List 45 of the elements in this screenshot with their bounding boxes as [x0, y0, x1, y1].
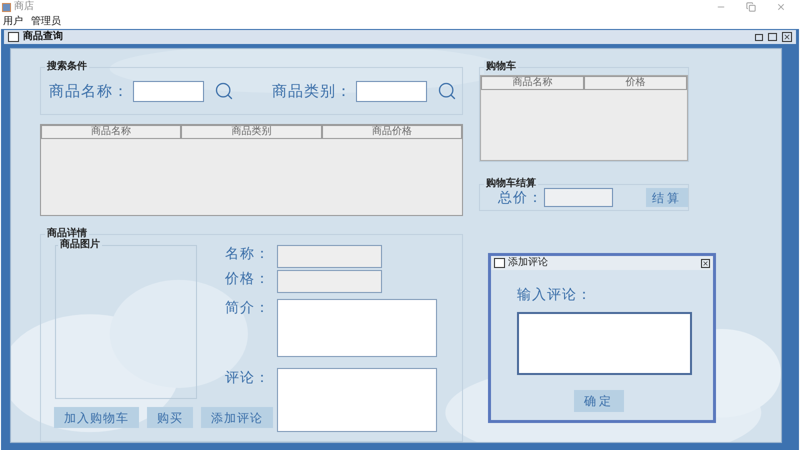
minimize-icon[interactable]	[755, 34, 763, 40]
frame-title: 商品查询	[23, 31, 63, 43]
action-button[interactable]: 购买	[147, 407, 193, 428]
app-icon	[2, 2, 11, 12]
search-label: 商品名称：	[49, 82, 129, 100]
column-header: 商品名称	[41, 125, 182, 139]
column-header: 价格	[584, 76, 687, 90]
field-label: 价格：	[225, 270, 271, 289]
total-field[interactable]	[544, 188, 613, 207]
total-label: 总价：	[498, 188, 543, 206]
window-title: 商店	[14, 1, 34, 13]
menu-item[interactable]: 管理员	[31, 16, 61, 28]
close-icon[interactable]	[701, 258, 710, 268]
dialog-prompt: 输入评论：	[517, 286, 593, 304]
text-field[interactable]	[277, 245, 382, 268]
column-header: 商品类别	[181, 125, 322, 139]
field-label: 评论：	[225, 369, 271, 388]
window-icon	[8, 32, 19, 42]
text-area[interactable]	[277, 299, 437, 357]
action-button[interactable]: 添加评论	[201, 407, 273, 428]
action-button[interactable]: 加入购物车	[54, 407, 139, 428]
field-label: 简介：	[225, 299, 271, 318]
group-legend: 商品图片	[58, 239, 102, 251]
search-label: 商品类别：	[272, 82, 352, 100]
dialog-title: 添加评论	[508, 257, 548, 269]
group-legend: 购物车结算	[484, 177, 538, 191]
confirm-button[interactable]: 确定	[574, 390, 624, 412]
search-field[interactable]	[356, 80, 427, 102]
text-area[interactable]	[277, 368, 437, 432]
search-icon[interactable]	[214, 81, 234, 101]
group-legend: 购物车	[484, 60, 518, 74]
field-label: 名称：	[225, 245, 271, 264]
search-field[interactable]	[133, 80, 204, 102]
column-header: 商品名称	[481, 76, 584, 90]
restore-icon[interactable]	[746, 2, 756, 12]
group-legend: 搜索条件	[45, 60, 89, 74]
search-icon[interactable]	[437, 81, 457, 101]
window-icon	[494, 258, 505, 268]
comment-field[interactable]	[517, 312, 692, 375]
menu-item[interactable]: 用户	[3, 16, 23, 28]
checkout-button[interactable]: 结算	[646, 188, 688, 207]
column-header: 商品价格	[322, 125, 462, 139]
close-icon[interactable]	[782, 32, 792, 42]
maximize-icon[interactable]	[768, 33, 777, 41]
text-field[interactable]	[277, 270, 382, 293]
